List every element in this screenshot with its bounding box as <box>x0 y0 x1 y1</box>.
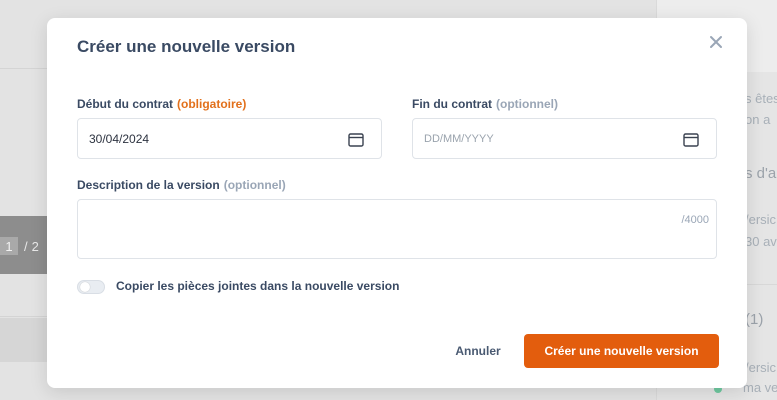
copy-attachments-toggle[interactable] <box>77 280 105 294</box>
start-date-label: Début du contrat (obligatoire) <box>77 97 246 111</box>
start-date-label-text: Début du contrat <box>77 97 173 111</box>
side-text: 30 av <box>745 234 777 249</box>
end-date-input[interactable]: DD/MM/YYYY <box>412 118 717 159</box>
cancel-button[interactable]: Annuler <box>445 336 511 366</box>
end-date-label: Fin du contrat (optionnel) <box>412 97 558 111</box>
character-counter: /4000 <box>681 214 709 226</box>
table-row <box>0 318 47 362</box>
side-text: /ersic <box>745 212 777 227</box>
copy-attachments-label: Copier les pièces jointes dans la nouvel… <box>116 279 400 293</box>
end-date-label-text: Fin du contrat <box>412 97 492 111</box>
calendar-icon[interactable] <box>348 132 364 147</box>
create-version-button[interactable]: Créer une nouvelle version <box>524 334 719 368</box>
side-text: s êtes <box>745 91 777 106</box>
create-version-modal: Créer une nouvelle version Début du cont… <box>47 18 747 388</box>
total-pages: 2 <box>31 238 39 254</box>
page-separator: / <box>24 238 28 254</box>
side-text: on a <box>745 112 771 127</box>
close-icon[interactable] <box>708 34 724 50</box>
side-text: ma ve <box>743 380 777 395</box>
side-text: /ersic <box>745 360 777 375</box>
pagination: 1 / 2 <box>0 236 39 256</box>
end-date-placeholder: DD/MM/YYYY <box>424 133 494 145</box>
description-label: Description de la version (optionnel) <box>77 178 286 192</box>
side-heading: s d'a <box>745 165 777 182</box>
start-date-value: 30/04/2024 <box>89 132 150 146</box>
optional-tag: (optionnel) <box>223 178 286 192</box>
optional-tag: (optionnel) <box>496 97 558 111</box>
start-date-input[interactable]: 30/04/2024 <box>77 118 382 159</box>
required-tag: (obligatoire) <box>177 97 247 111</box>
calendar-icon[interactable] <box>683 132 699 147</box>
current-page[interactable]: 1 <box>0 237 18 255</box>
description-label-text: Description de la version <box>77 178 220 192</box>
side-count: (1) <box>745 311 764 328</box>
modal-title: Créer une nouvelle version <box>77 37 296 56</box>
toggle-knob <box>80 282 90 292</box>
description-textarea[interactable]: /4000 <box>77 199 717 259</box>
